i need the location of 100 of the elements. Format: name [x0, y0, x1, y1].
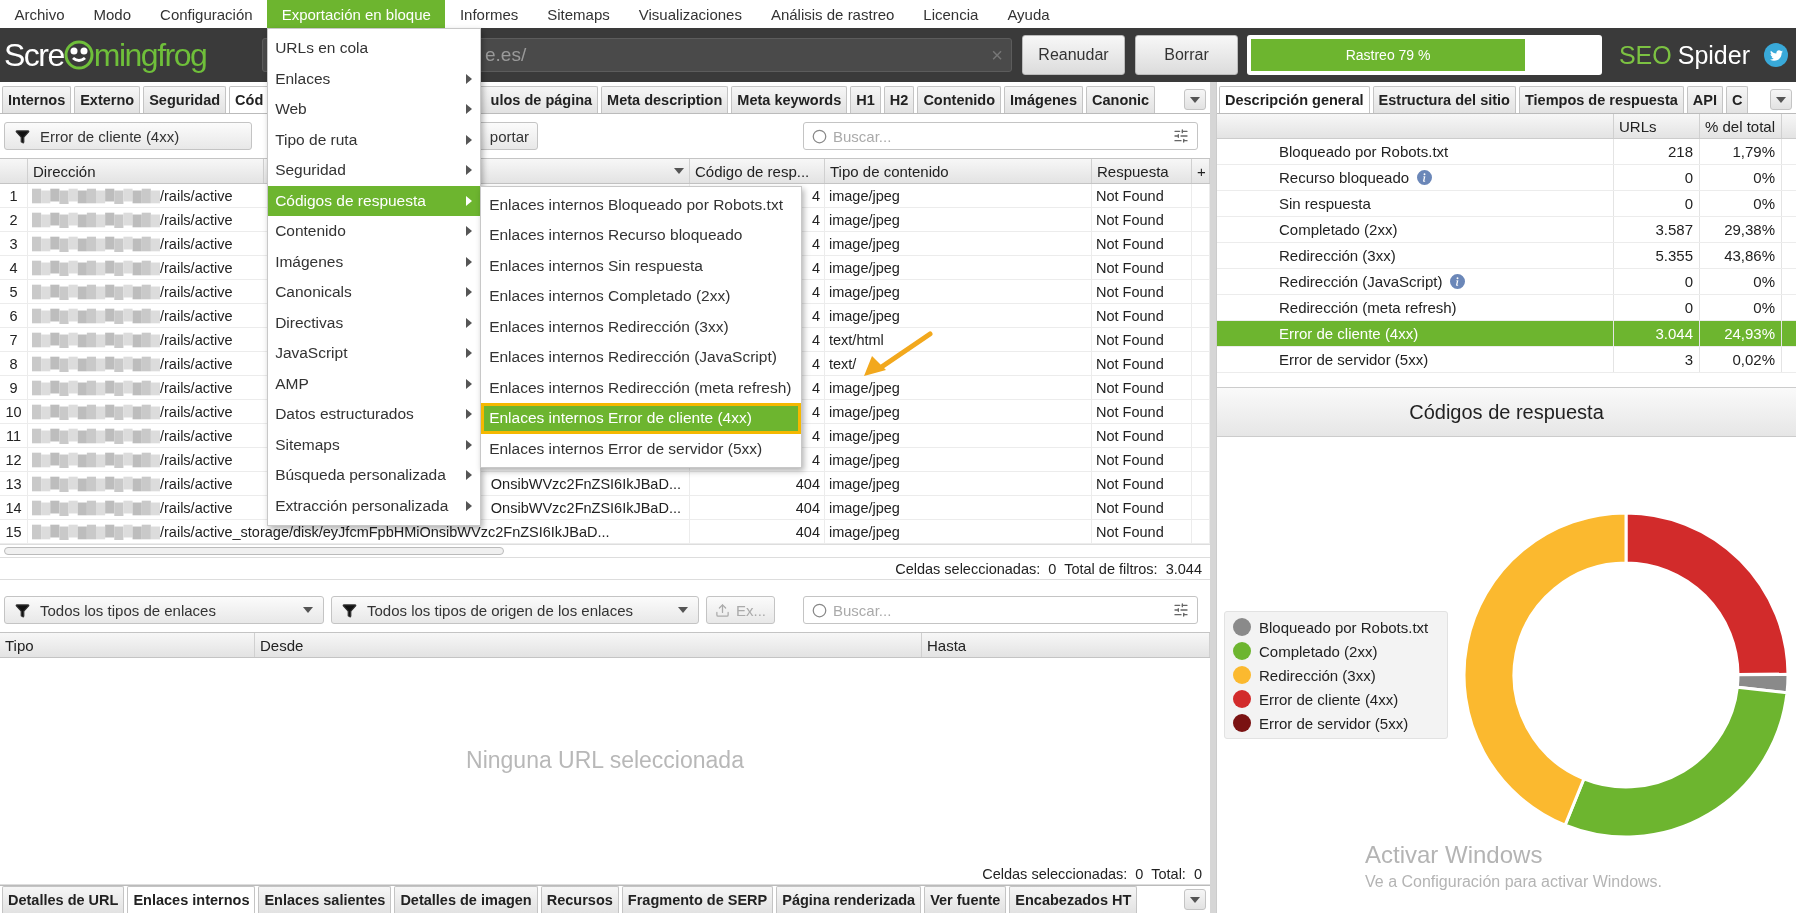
table-cell: 0%: [1700, 191, 1782, 216]
logo-text: mingfrog: [93, 36, 207, 74]
table-cell: Not Found: [1092, 232, 1192, 255]
table-cell: image/jpeg: [825, 376, 1092, 399]
table-cell: image/jpeg: [825, 280, 1092, 303]
table-cell: image/jpeg: [825, 496, 1092, 519]
table-cell: image/jpeg: [825, 184, 1092, 207]
table-cell: OnsibWVzc2FnZSI6IkJBaD...: [490, 499, 681, 516]
table-cell: Bloqueado por Robots.txt: [1279, 143, 1449, 160]
table-cell: Redirección (meta refresh): [1279, 299, 1457, 316]
table-cell: Not Found: [1092, 280, 1192, 303]
table-cell: Completado (2xx): [1279, 221, 1398, 238]
table-cell: image/jpeg: [825, 424, 1092, 447]
legend-label: Error de servidor (5xx): [1259, 714, 1409, 732]
table-cell: 3: [1614, 347, 1700, 372]
table-cell: 0: [1614, 191, 1700, 216]
table-cell: Not Found: [1092, 328, 1192, 351]
table-cell: /rails/active: [160, 331, 233, 348]
table-cell: 24,93%: [1700, 321, 1782, 346]
table-cell: Not Found: [1092, 208, 1192, 231]
table-cell: 404: [690, 496, 825, 519]
row-number: 15: [0, 520, 28, 543]
table-cell: /rails/active: [160, 499, 233, 516]
product-name: Spider: [1677, 40, 1750, 70]
table-cell: image/jpeg: [825, 400, 1092, 423]
legend-label: Completado (2xx): [1259, 642, 1378, 660]
row-number: 8: [0, 352, 28, 375]
table-cell: /rails/active: [160, 427, 233, 444]
table-cell: Not Found: [1092, 184, 1192, 207]
table-cell: 404: [690, 472, 825, 495]
table-cell: Sin respuesta: [1279, 195, 1371, 212]
row-number: 12: [0, 448, 28, 471]
table-cell: /rails/active: [160, 475, 233, 492]
table-cell: 404: [690, 520, 825, 543]
table-cell: text/html: [825, 328, 1092, 351]
row-number: 13: [0, 472, 28, 495]
table-cell: /rails/active: [160, 259, 233, 276]
table-cell: image/jpeg: [825, 232, 1092, 255]
table-cell: image/jpeg: [825, 448, 1092, 471]
legend-label: Bloqueado por Robots.txt: [1259, 618, 1429, 636]
row-number: 2: [0, 208, 28, 231]
legend-label: Redirección (3xx): [1259, 666, 1376, 684]
table-cell: 3.044: [1614, 321, 1700, 346]
table-cell: /rails/active: [160, 451, 233, 468]
table-cell: image/jpeg: [825, 472, 1092, 495]
table-cell: Not Found: [1092, 424, 1192, 447]
row-number: 7: [0, 328, 28, 351]
table-cell: 0,02%: [1700, 347, 1782, 372]
table-cell: Not Found: [1092, 400, 1192, 423]
table-cell: 0%: [1700, 295, 1782, 320]
row-number: 5: [0, 280, 28, 303]
table-cell: /rails/active: [160, 187, 233, 204]
table-cell: Error de servidor (5xx): [1279, 351, 1429, 368]
row-number: 4: [0, 256, 28, 279]
table-cell: 0: [1614, 165, 1700, 190]
legend-label: Error de cliente (4xx): [1259, 690, 1399, 708]
activation-notice: Activar Windows: [1365, 841, 1544, 869]
logo-text: Scre: [4, 36, 64, 74]
table-cell: image/jpeg: [825, 208, 1092, 231]
table-cell: Redirección (JavaScript): [1279, 273, 1443, 290]
table-cell: 218: [1614, 139, 1700, 164]
table-cell: 0: [1614, 295, 1700, 320]
table-cell: /rails/active: [160, 235, 233, 252]
table-cell: /rails/active_storage/disk/eyJfcmFpbHMiOnsibWVzc2FnZSI6IkJBaD...: [160, 523, 610, 540]
table-cell: Not Found: [1092, 352, 1192, 375]
row-number: 3: [0, 232, 28, 255]
activation-notice: Ve a Configuración para activar Windows.: [1365, 873, 1663, 891]
chart-title: Códigos de respuesta: [1409, 400, 1604, 424]
table-cell: image/jpeg: [825, 304, 1092, 327]
table-cell: 3.587: [1614, 217, 1700, 242]
table-cell: OnsibWVzc2FnZSI6IkJBaD...: [490, 475, 681, 492]
status-text: Celdas seleccionadas: 0 Total: 0: [982, 865, 1202, 882]
table-cell: /rails/active: [160, 307, 233, 324]
table-cell: Not Found: [1092, 376, 1192, 399]
table-cell: /rails/active: [160, 355, 233, 372]
status-text: Celdas seleccionadas: 0 Total de filtros: 3.044: [895, 560, 1202, 577]
table-cell: Redirección (3xx): [1279, 247, 1396, 264]
row-number: 9: [0, 376, 28, 399]
product-name: SEO: [1618, 40, 1672, 70]
table-cell: image/jpeg: [825, 256, 1092, 279]
table-cell: 1,79%: [1700, 139, 1782, 164]
table-cell: Recurso bloqueado: [1279, 169, 1410, 186]
row-number: 10: [0, 400, 28, 423]
table-cell: 0%: [1700, 269, 1782, 294]
table-cell: /rails/active: [160, 403, 233, 420]
table-cell: /rails/active: [160, 379, 233, 396]
row-number: 11: [0, 424, 28, 447]
row-number: 1: [0, 184, 28, 207]
table-cell: image/jpeg: [825, 520, 1092, 543]
table-cell: Error de cliente (4xx): [1279, 325, 1419, 342]
table-cell: 29,38%: [1700, 217, 1782, 242]
row-number: 6: [0, 304, 28, 327]
table-cell: 43,86%: [1700, 243, 1782, 268]
table-cell: Not Found: [1092, 496, 1192, 519]
table-cell: /rails/active: [160, 211, 233, 228]
table-cell: 5.355: [1614, 243, 1700, 268]
table-cell: 0: [1614, 269, 1700, 294]
table-cell: 0%: [1700, 165, 1782, 190]
table-cell: Not Found: [1092, 448, 1192, 471]
table-cell: Not Found: [1092, 256, 1192, 279]
